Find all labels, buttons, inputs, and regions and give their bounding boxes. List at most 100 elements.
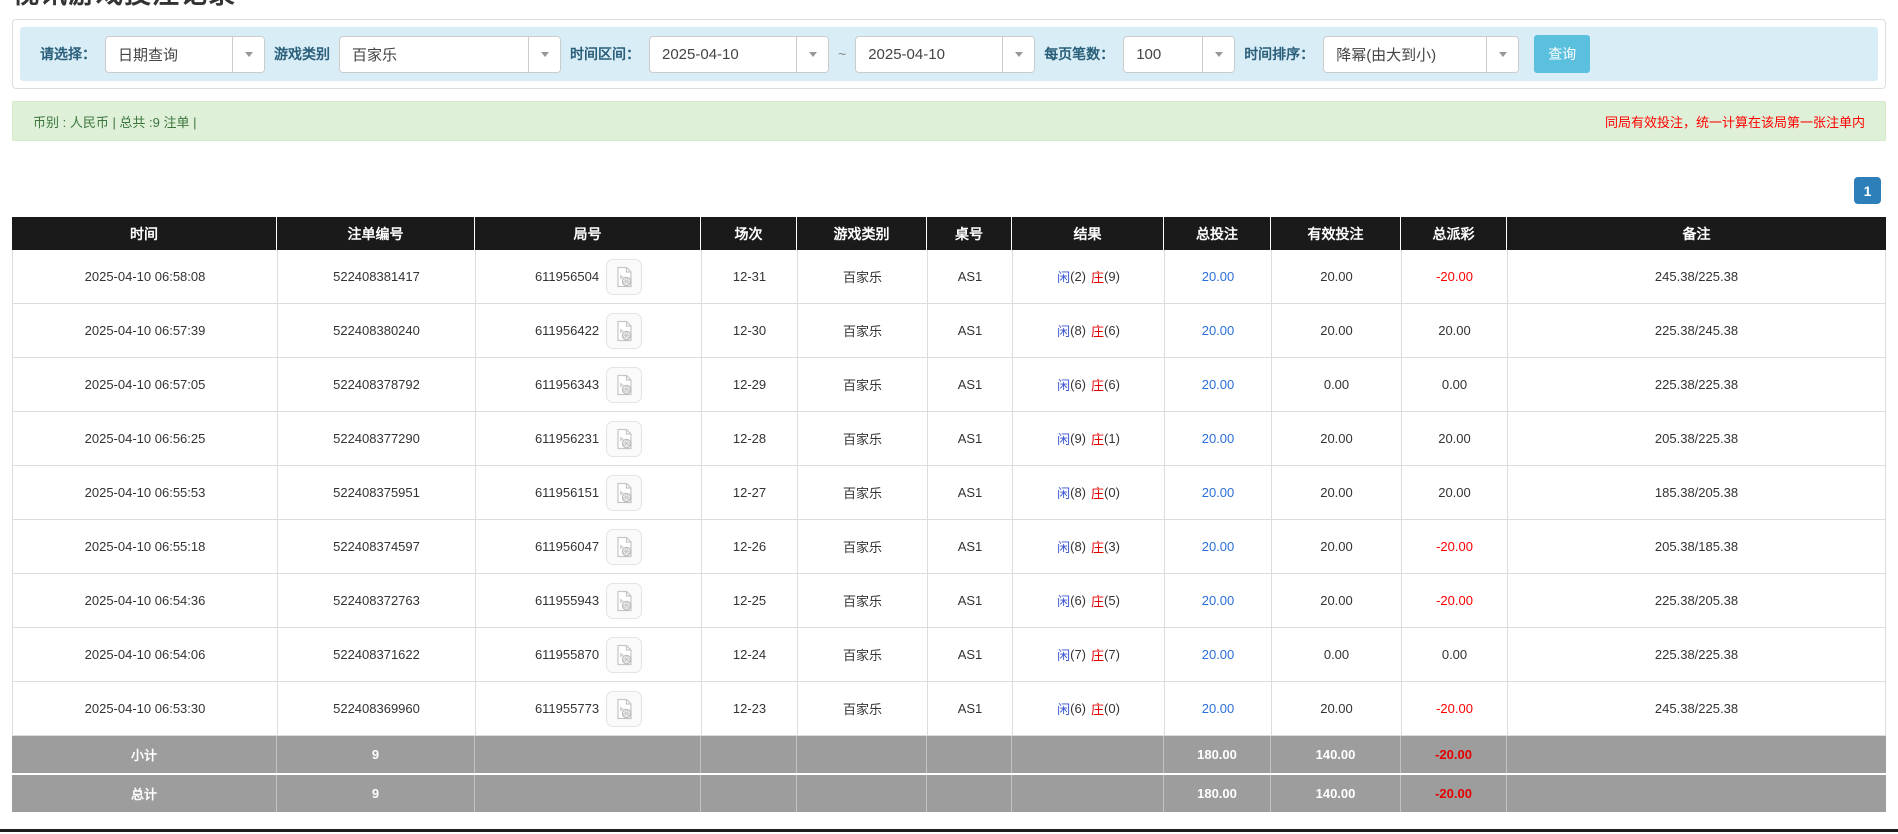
total-bet-link[interactable]: 20.00 (1202, 539, 1235, 554)
cell-round-number: 611956343 (476, 358, 702, 411)
total-bet-link[interactable]: 20.00 (1202, 431, 1235, 446)
cell-valid-bet: 0.00 (1272, 358, 1402, 411)
total-bet-link[interactable]: 20.00 (1202, 377, 1235, 392)
cell-remark: 225.38/205.38 (1508, 574, 1885, 627)
cell-remark: 225.38/225.38 (1508, 628, 1885, 681)
video-replay-button[interactable] (606, 475, 642, 511)
result-banker-score: (6) (1104, 377, 1120, 392)
cell-bet-number: 522408371622 (278, 628, 476, 681)
date-to-value: 2025-04-10 (856, 37, 1002, 72)
total-bet-link[interactable]: 20.00 (1202, 593, 1235, 608)
cell-time: 2025-04-10 06:56:25 (13, 412, 278, 465)
video-replay-button[interactable] (606, 259, 642, 295)
result-banker-score: (7) (1104, 647, 1120, 662)
page-size-label: 每页笔数： (1044, 44, 1114, 64)
grand-total-empty-cell (1012, 775, 1164, 812)
cell-round-number: 611956151 (476, 466, 702, 519)
game-category-value: 百家乐 (340, 37, 528, 72)
subtotal-empty-cell (797, 736, 927, 773)
cell-remark: 245.38/225.38 (1508, 250, 1885, 303)
cell-table-number: AS1 (928, 574, 1013, 627)
cell-table-number: AS1 (928, 628, 1013, 681)
table-row: 2025-04-10 06:54:36 522408372763 6119559… (13, 574, 1885, 628)
cell-table-number: AS1 (928, 466, 1013, 519)
video-replay-button[interactable] (606, 313, 642, 349)
video-replay-button[interactable] (606, 637, 642, 673)
result-player-score: (8) (1070, 323, 1086, 338)
video-replay-button[interactable] (606, 529, 642, 565)
result-banker-label: 庄 (1091, 537, 1104, 556)
cell-total-bet: 20.00 (1165, 466, 1272, 519)
subtotal-total-bet: 180.00 (1164, 736, 1271, 773)
cell-session: 12-25 (702, 574, 798, 627)
subtotal-empty-cell (701, 736, 797, 773)
result-player-score: (9) (1070, 431, 1086, 446)
result-player-label: 闲 (1057, 645, 1070, 664)
cell-bet-number: 522408369960 (278, 682, 476, 735)
cell-payout: 0.00 (1402, 358, 1508, 411)
cell-game-category: 百家乐 (798, 250, 928, 303)
video-file-icon (612, 319, 636, 343)
grand-total-empty-cell (927, 775, 1012, 812)
cell-payout: -20.00 (1402, 682, 1508, 735)
cell-payout: 20.00 (1402, 304, 1508, 357)
cell-result: 闲(6)庄(5) (1013, 574, 1165, 627)
date-to-select[interactable]: 2025-04-10 (855, 36, 1035, 73)
page-title-clip: 视讯游戏投注记录 (12, 0, 1886, 12)
video-replay-button[interactable] (606, 367, 642, 403)
cell-time: 2025-04-10 06:53:30 (13, 682, 278, 735)
result-player-score: (7) (1070, 647, 1086, 662)
total-bet-link[interactable]: 20.00 (1202, 701, 1235, 716)
query-type-select[interactable]: 日期查询 (105, 36, 265, 73)
cell-game-category: 百家乐 (798, 520, 928, 573)
video-replay-button[interactable] (606, 691, 642, 727)
round-number: 611956422 (535, 323, 599, 338)
page-size-value: 100 (1124, 37, 1202, 72)
cell-game-category: 百家乐 (798, 466, 928, 519)
round-number: 611956047 (535, 539, 599, 554)
video-file-icon (612, 427, 636, 451)
pagination-page-1-button[interactable]: 1 (1854, 177, 1881, 204)
date-from-select[interactable]: 2025-04-10 (649, 36, 829, 73)
cell-table-number: AS1 (928, 682, 1013, 735)
grand-total-payout: -20.00 (1401, 775, 1507, 812)
total-bet-link[interactable]: 20.00 (1202, 485, 1235, 500)
cell-total-bet: 20.00 (1165, 304, 1272, 357)
cell-time: 2025-04-10 06:55:53 (13, 466, 278, 519)
sort-order-select[interactable]: 降幂(由大到小) (1323, 36, 1519, 73)
cell-result: 闲(6)庄(0) (1013, 682, 1165, 735)
game-category-select[interactable]: 百家乐 (339, 36, 561, 73)
query-button[interactable]: 查询 (1534, 35, 1590, 73)
result-banker-label: 庄 (1091, 267, 1104, 286)
chevron-down-icon (1202, 37, 1234, 72)
result-banker-label: 庄 (1091, 699, 1104, 718)
result-banker-label: 庄 (1091, 375, 1104, 394)
date-range-tilde: ~ (838, 46, 846, 62)
cell-round-number: 611956422 (476, 304, 702, 357)
total-bet-link[interactable]: 20.00 (1202, 647, 1235, 662)
cell-bet-number: 522408380240 (278, 304, 476, 357)
total-bet-link[interactable]: 20.00 (1202, 269, 1235, 284)
cell-game-category: 百家乐 (798, 682, 928, 735)
cell-remark: 185.38/205.38 (1508, 466, 1885, 519)
cell-valid-bet: 0.00 (1272, 628, 1402, 681)
round-number: 611955870 (535, 647, 599, 662)
filter-bar: 请选择： 日期查询 游戏类别 百家乐 时间区间： 2025-04-10 ~ 20… (20, 27, 1878, 81)
cell-remark: 225.38/225.38 (1508, 358, 1885, 411)
result-banker-score: (3) (1104, 539, 1120, 554)
round-number: 611955943 (535, 593, 599, 608)
result-banker-label: 庄 (1091, 483, 1104, 502)
result-player-label: 闲 (1057, 321, 1070, 340)
table-row: 2025-04-10 06:55:18 522408374597 6119560… (13, 520, 1885, 574)
cell-time: 2025-04-10 06:55:18 (13, 520, 278, 573)
page-size-select[interactable]: 100 (1123, 36, 1235, 73)
total-bet-link[interactable]: 20.00 (1202, 323, 1235, 338)
subtotal-valid-bet: 140.00 (1271, 736, 1401, 773)
video-replay-button[interactable] (606, 421, 642, 457)
pagination: 1 (12, 177, 1886, 204)
video-file-icon (612, 481, 636, 505)
result-banker-score: (5) (1104, 593, 1120, 608)
cell-game-category: 百家乐 (798, 358, 928, 411)
video-replay-button[interactable] (606, 583, 642, 619)
chevron-down-icon (796, 37, 828, 72)
